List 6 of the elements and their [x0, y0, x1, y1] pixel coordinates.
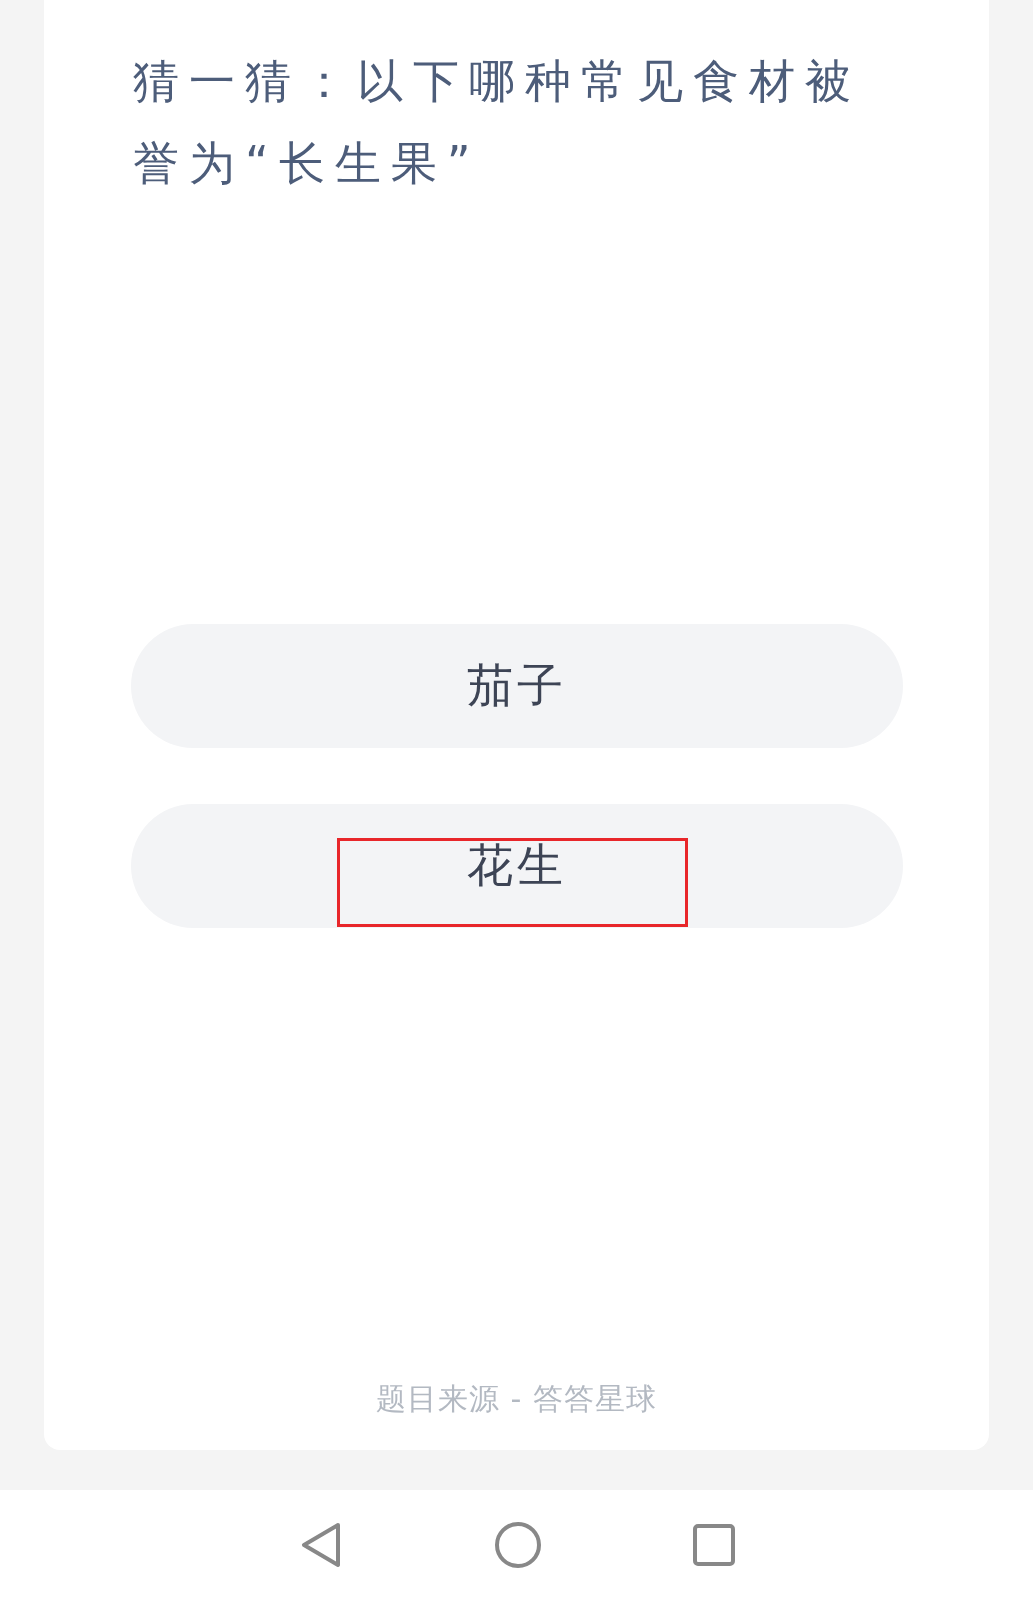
home-icon[interactable] [493, 1521, 542, 1569]
question-text: 猜一猜：以下哪种常见食材被誉为“长生果” [133, 53, 862, 192]
source-text: 题目来源 - 答答星球 [376, 1380, 657, 1418]
recents-icon[interactable] [691, 1523, 736, 1567]
answer-option[interactable]: 茄子 [131, 624, 903, 748]
answer-option[interactable]: 花生 [131, 804, 903, 928]
